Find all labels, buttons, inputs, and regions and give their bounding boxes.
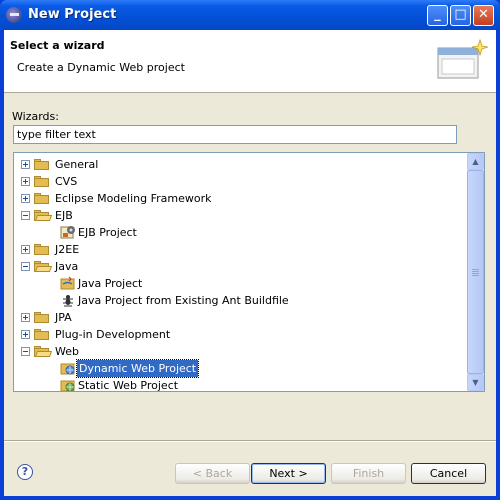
tree-row-plugin-development[interactable]: Plug-in Development (14, 326, 466, 343)
tree-item-label: EJB Project (78, 226, 137, 239)
tree-item-label: EJB (55, 209, 73, 222)
tree-item-label: Plug-in Development (55, 328, 171, 341)
static-web-project-icon (60, 380, 75, 391)
button-bar-separator (4, 440, 496, 442)
tree-row-j2ee[interactable]: J2EE (14, 241, 466, 258)
close-button[interactable]: ✕ (473, 5, 494, 26)
open-folder-icon (34, 346, 53, 357)
expand-toggle[interactable] (21, 330, 30, 339)
ejb-project-icon (60, 226, 75, 239)
scroll-up-button[interactable]: ▲ (467, 153, 484, 170)
tree-row-static-web-project[interactable]: Static Web Project (14, 377, 466, 392)
tree-item-label: CVS (55, 175, 78, 188)
header-title: Select a wizard (10, 39, 105, 52)
tree-item-label-selected: Dynamic Web Project (75, 359, 200, 378)
minimize-button[interactable]: _ (427, 5, 448, 26)
next-button[interactable]: Next > (251, 463, 326, 484)
collapse-toggle[interactable] (21, 262, 30, 271)
title-bar[interactable]: New Project _ □ ✕ (0, 0, 500, 30)
finish-button[interactable]: Finish (331, 463, 406, 484)
tree-row-general[interactable]: General (14, 156, 466, 173)
dynamic-web-project-icon (60, 363, 75, 375)
tree-row-web[interactable]: Web (14, 343, 466, 360)
new-project-window: New Project _ □ ✕ Select a wizard Create… (0, 0, 500, 500)
wizard-tree[interactable]: General CVS Eclipse Modeling Framework E… (13, 152, 485, 392)
folder-icon (34, 244, 51, 255)
back-button[interactable]: < Back (175, 463, 250, 484)
tree-item-label: JPA (55, 311, 72, 324)
expand-toggle[interactable] (21, 160, 30, 169)
scroll-thumb[interactable] (467, 170, 484, 374)
expand-toggle[interactable] (21, 194, 30, 203)
folder-icon (34, 312, 51, 323)
tree-item-label: Java (55, 260, 79, 273)
folder-icon (34, 176, 51, 187)
eclipse-icon (6, 7, 22, 23)
tree-row-cvs[interactable]: CVS (14, 173, 466, 190)
folder-icon (34, 193, 51, 204)
expand-toggle[interactable] (21, 313, 30, 322)
tree-row-java-project[interactable]: Java Project (14, 275, 466, 292)
tree-row-java-ant-project[interactable]: Java Project from Existing Ant Buildfile (14, 292, 466, 309)
open-folder-icon (34, 261, 53, 272)
tree-scrollbar[interactable]: ▲ ▼ (467, 153, 484, 391)
wizard-header: Select a wizard Create a Dynamic Web pro… (4, 30, 496, 93)
tree-row-dynamic-web-project[interactable]: Dynamic Web Project (14, 359, 466, 378)
window-title: New Project (28, 7, 117, 22)
tree-item-label: Java Project (78, 277, 143, 290)
maximize-button[interactable]: □ (450, 5, 471, 26)
tree-item-label: J2EE (55, 243, 80, 256)
java-project-icon (60, 276, 75, 290)
tree-row-emf[interactable]: Eclipse Modeling Framework (14, 190, 466, 207)
wizards-label: Wizards: (12, 110, 59, 123)
cancel-button[interactable]: Cancel (411, 463, 486, 484)
expand-toggle[interactable] (21, 177, 30, 186)
collapse-toggle[interactable] (21, 347, 30, 356)
tree-item-label: Eclipse Modeling Framework (55, 192, 212, 205)
tree-row-jpa[interactable]: JPA (14, 309, 466, 326)
tree-item-label: Static Web Project (78, 379, 179, 392)
tree-item-label: General (55, 158, 99, 171)
collapse-toggle[interactable] (21, 211, 30, 220)
tree-row-java[interactable]: Java (14, 258, 466, 275)
tree-item-label: Java Project from Existing Ant Buildfile (78, 294, 289, 307)
tree-row-ejb-project[interactable]: EJB Project (14, 224, 466, 241)
open-folder-icon (34, 210, 53, 221)
header-description: Create a Dynamic Web project (17, 61, 185, 74)
dialog-body: Select a wizard Create a Dynamic Web pro… (4, 30, 496, 496)
scroll-down-button[interactable]: ▼ (467, 374, 484, 391)
tree-row-ejb[interactable]: EJB (14, 207, 466, 224)
tree-item-label: Web (55, 345, 79, 358)
folder-icon (34, 329, 51, 340)
wizard-banner-icon (437, 38, 488, 79)
expand-toggle[interactable] (21, 245, 30, 254)
folder-icon (34, 159, 51, 170)
help-icon[interactable]: ? (17, 464, 33, 480)
filter-input[interactable] (13, 125, 457, 144)
ant-icon (63, 295, 73, 307)
